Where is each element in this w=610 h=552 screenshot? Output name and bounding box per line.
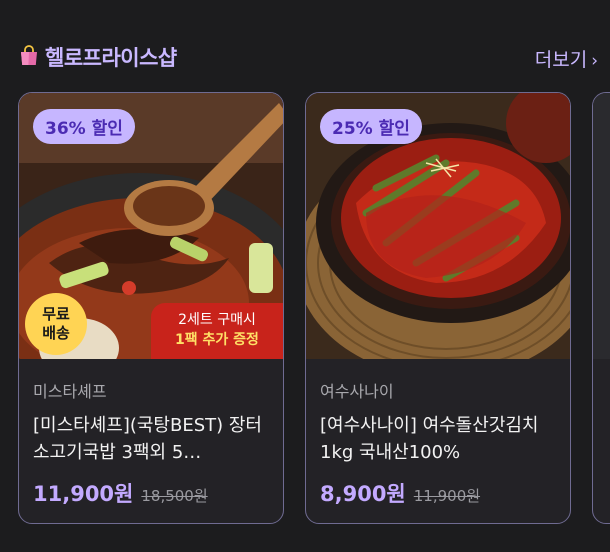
sale-price: 8,900원 [320,482,406,506]
section-title: 헬로프라이스샵 [45,46,177,70]
original-price: 18,500원 [141,487,208,505]
free-shipping-badge: 무료 배송 [25,293,87,355]
price-row: 8,900원 11,900원 [320,478,558,508]
discount-badge: 36% 할인 [33,109,135,144]
shopping-bag-icon [21,45,37,65]
promo-banner: 2세트 구매시 1팩 추가 증정 [151,303,283,359]
price-row: 11,900원 18,500원 [33,478,271,508]
product-card[interactable]: 25% 할인 여수사나이 [여수사나이] 여수돌산갓김치 1kg 국내산100%… [305,92,571,524]
free-shipping-line2: 배송 [42,324,70,342]
product-image: 36% 할인 무료 배송 2세트 구매시 1팩 추가 증정 [19,93,283,359]
section-header: 헬로프라이스샵 더보기 › [18,40,598,74]
discount-badge: 25% 할인 [320,109,422,144]
seller-name: 여수사나이 [320,382,394,401]
product-name[interactable]: [미스타셰프](국탕BEST) 장터소고기국밥 3팩외 5… [33,412,271,466]
original-price: 11,900원 [413,487,481,505]
promo-line1: 2세트 구매시 [178,312,256,328]
product-info: 미스타셰프 [미스타셰프](국탕BEST) 장터소고기국밥 3팩외 5… 11,… [33,359,271,508]
chevron-right-icon: › [591,51,598,71]
product-name[interactable]: [여수사나이] 여수돌산갓김치 1kg 국내산100% [320,412,558,466]
product-info: 여수사나이 [여수사나이] 여수돌산갓김치 1kg 국내산100% 8,900원… [320,359,558,508]
see-more-label: 더보기 [534,49,588,71]
see-more-link[interactable]: 더보기 › [535,45,598,72]
product-image [593,93,610,359]
free-shipping-line1: 무료 [42,305,70,323]
seller-name: 미스타셰프 [33,382,107,401]
product-image: 25% 할인 [306,93,570,359]
promo-line2: 1팩 추가 증정 [175,332,259,348]
sale-price: 11,900원 [33,482,134,506]
product-card[interactable]: 36% 할인 무료 배송 2세트 구매시 1팩 추가 증정 미스타셰프 [미스타… [18,92,284,524]
product-card-partial[interactable] [592,92,610,524]
